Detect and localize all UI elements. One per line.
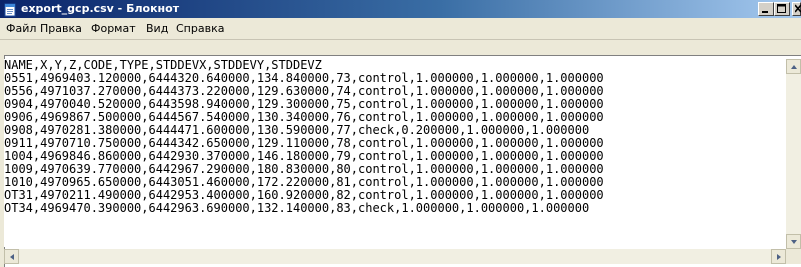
window-title: export_gcp.csv - Блокнот xyxy=(21,2,180,15)
scroll-right-button[interactable] xyxy=(771,249,786,264)
text-editor[interactable]: NAME,X,Y,Z,CODE,TYPE,STDDEVX,STDDEVY,STD… xyxy=(4,59,784,247)
maximize-icon xyxy=(777,4,786,13)
menu-view[interactable]: Вид xyxy=(146,22,168,35)
menu-bar: Файл Правка Формат Вид Справка xyxy=(0,18,801,40)
title-bar[interactable]: export_gcp.csv - Блокнот xyxy=(0,0,801,18)
maximize-button[interactable] xyxy=(774,2,790,16)
menu-format[interactable]: Формат xyxy=(91,22,136,35)
minimize-button[interactable] xyxy=(758,2,774,16)
notepad-window: export_gcp.csv - Блокнот Файл Правка Фор… xyxy=(0,0,801,267)
close-icon xyxy=(795,4,801,13)
scroll-down-arrow-icon xyxy=(791,240,797,244)
menu-file[interactable]: Файл xyxy=(6,22,36,35)
close-button[interactable] xyxy=(792,2,801,16)
scroll-left-arrow-icon xyxy=(10,254,14,260)
notepad-icon[interactable] xyxy=(3,2,17,17)
vertical-scrollbar[interactable] xyxy=(786,59,801,249)
menu-edit[interactable]: Правка xyxy=(40,22,82,35)
scroll-left-button[interactable] xyxy=(4,249,19,264)
horizontal-scrollbar[interactable] xyxy=(4,249,786,264)
scroll-down-button[interactable] xyxy=(786,234,801,249)
scrollbar-corner xyxy=(786,249,801,264)
minimize-icon xyxy=(762,11,768,13)
text-line: OT34,4969470.390000,6442963.690000,132.1… xyxy=(4,201,590,215)
scroll-right-arrow-icon xyxy=(777,254,781,260)
menu-help[interactable]: Справка xyxy=(176,22,224,35)
scroll-up-button[interactable] xyxy=(786,59,801,74)
scroll-up-arrow-icon xyxy=(791,65,797,69)
